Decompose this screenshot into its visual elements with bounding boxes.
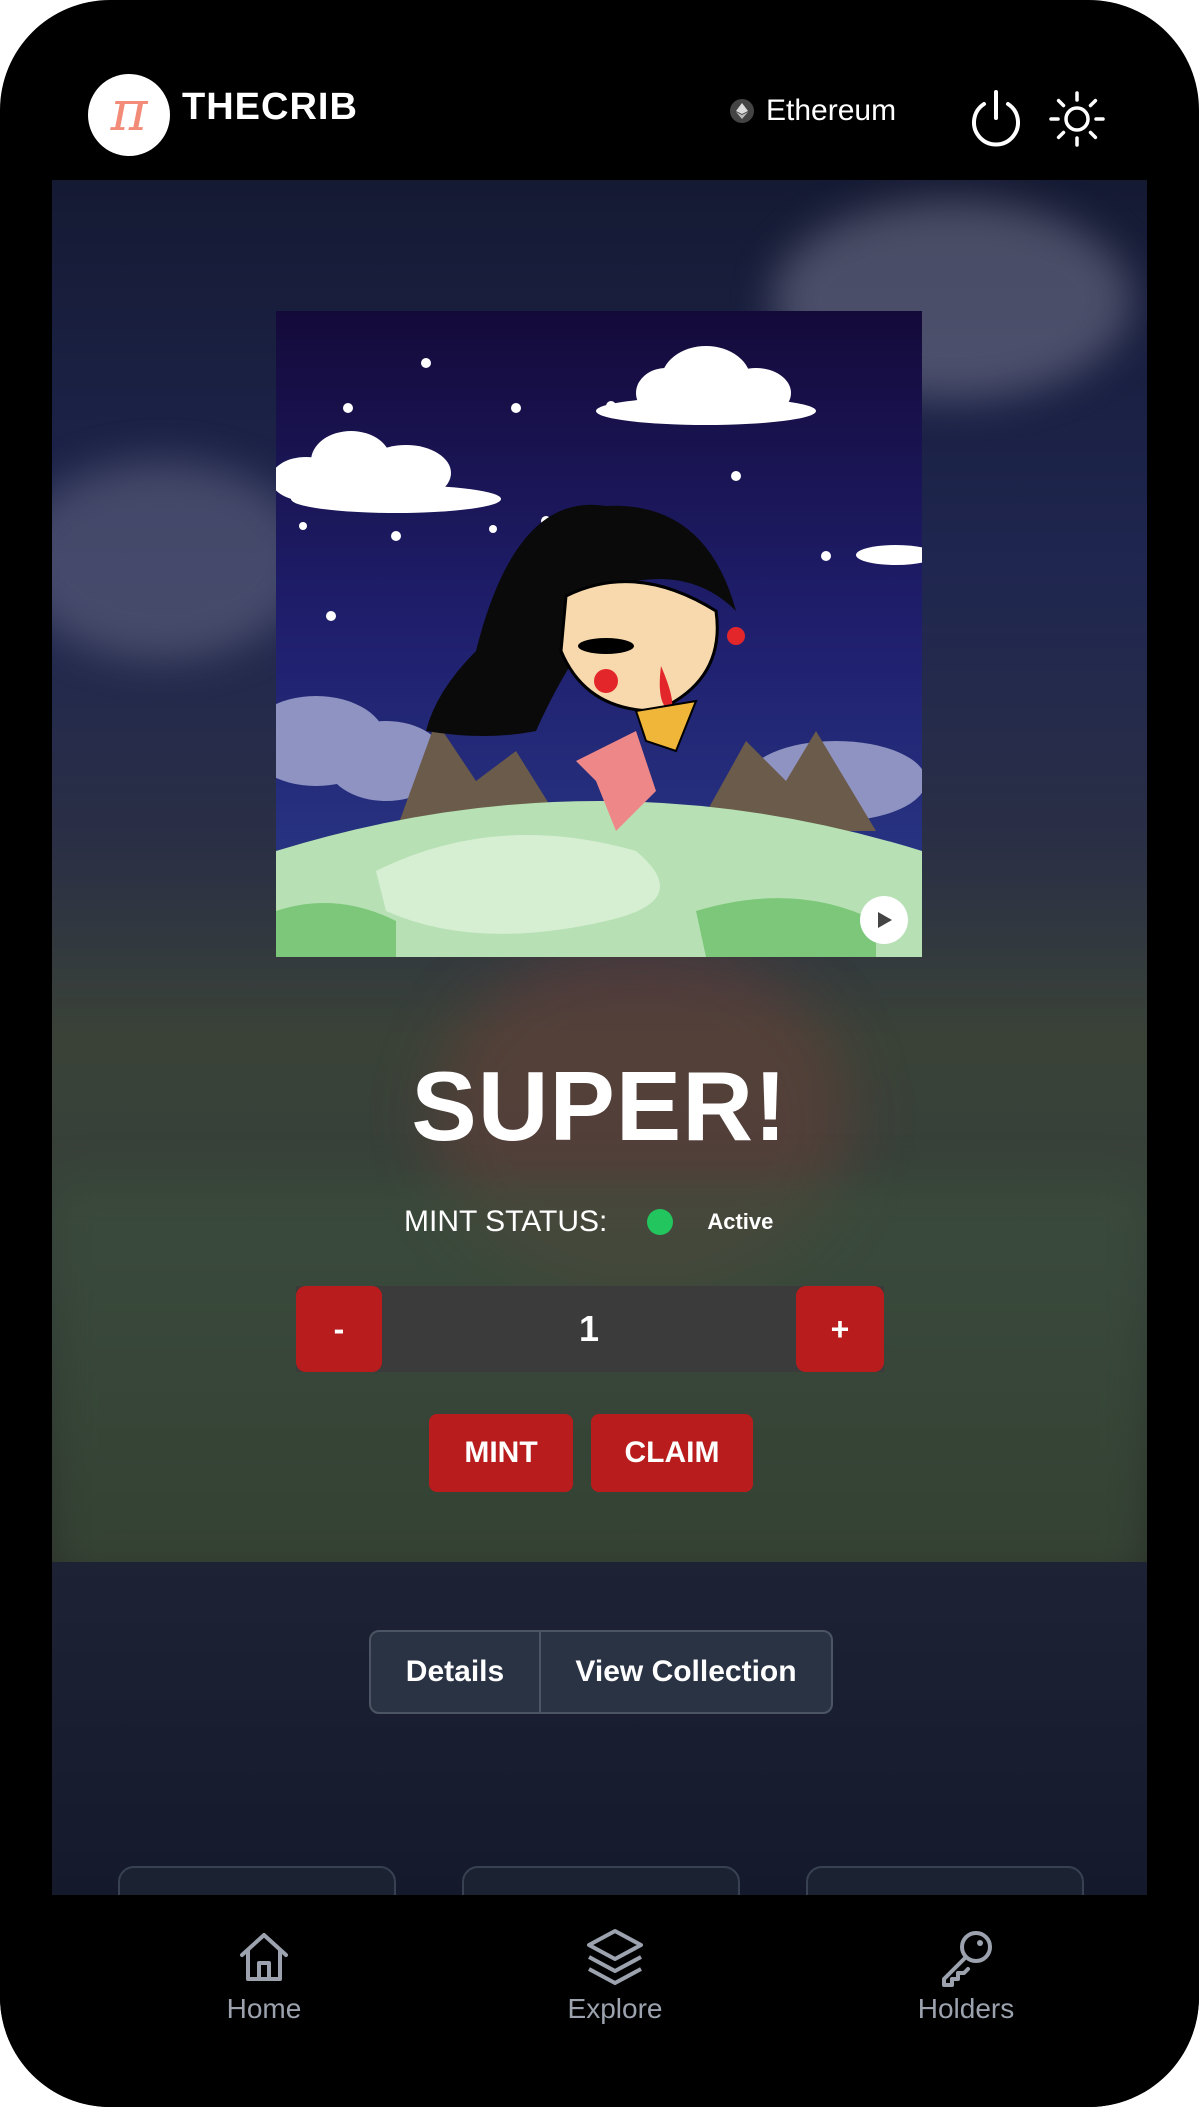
ethereum-icon bbox=[730, 99, 754, 123]
nav-holders-label: Holders bbox=[917, 1993, 1015, 2024]
nav-home-label: Home bbox=[226, 1993, 302, 2024]
quantity-stepper: - 1 + bbox=[296, 1286, 884, 1372]
status-indicator bbox=[647, 1209, 674, 1235]
mint-button[interactable]: MINT bbox=[429, 1414, 573, 1492]
nav-explore-label: Explore bbox=[567, 1993, 663, 2024]
tab-details[interactable]: Details bbox=[371, 1632, 541, 1712]
home-icon bbox=[240, 1933, 288, 1981]
logo-symbol: π bbox=[110, 79, 148, 144]
network-label: Ethereum bbox=[766, 94, 897, 127]
quantity-value: 1 bbox=[578, 1308, 600, 1349]
brand-name[interactable]: THECRIB bbox=[182, 86, 358, 129]
mint-status: MINT STATUS: Active bbox=[404, 1205, 773, 1239]
nav-explore[interactable]: Explore bbox=[515, 1925, 715, 2025]
mint-status-value: Active bbox=[707, 1209, 774, 1234]
details-section bbox=[52, 1562, 1147, 1902]
tab-view-collection[interactable]: View Collection bbox=[541, 1632, 831, 1712]
increment-button[interactable]: + bbox=[796, 1286, 884, 1372]
app-header: π THECRIB Ethereum bbox=[0, 0, 1199, 190]
play-icon[interactable] bbox=[860, 896, 908, 944]
mint-status-label: MINT STATUS: bbox=[404, 1205, 608, 1238]
nav-holders[interactable]: Holders bbox=[866, 1925, 1066, 2025]
blurred-cloud bbox=[52, 460, 312, 660]
nav-home[interactable]: Home bbox=[164, 1925, 364, 2025]
claim-button[interactable]: CLAIM bbox=[591, 1414, 753, 1492]
key-icon bbox=[942, 1931, 992, 1987]
power-icon[interactable] bbox=[965, 88, 1027, 150]
nft-title: SUPER! bbox=[411, 1051, 788, 1161]
sun-icon[interactable] bbox=[1048, 90, 1106, 148]
details-tabs: Details View Collection bbox=[369, 1630, 833, 1714]
decrement-button[interactable]: - bbox=[296, 1286, 382, 1372]
phone-frame: π THECRIB Ethereum SUPER! MINT STATUS: A… bbox=[0, 0, 1199, 2107]
nft-artwork[interactable] bbox=[276, 311, 922, 957]
layers-icon bbox=[587, 1929, 643, 1985]
bottom-nav: Home Explore Holders bbox=[0, 1895, 1199, 2107]
network-selector[interactable]: Ethereum bbox=[730, 94, 896, 128]
logo[interactable]: π bbox=[88, 74, 170, 156]
